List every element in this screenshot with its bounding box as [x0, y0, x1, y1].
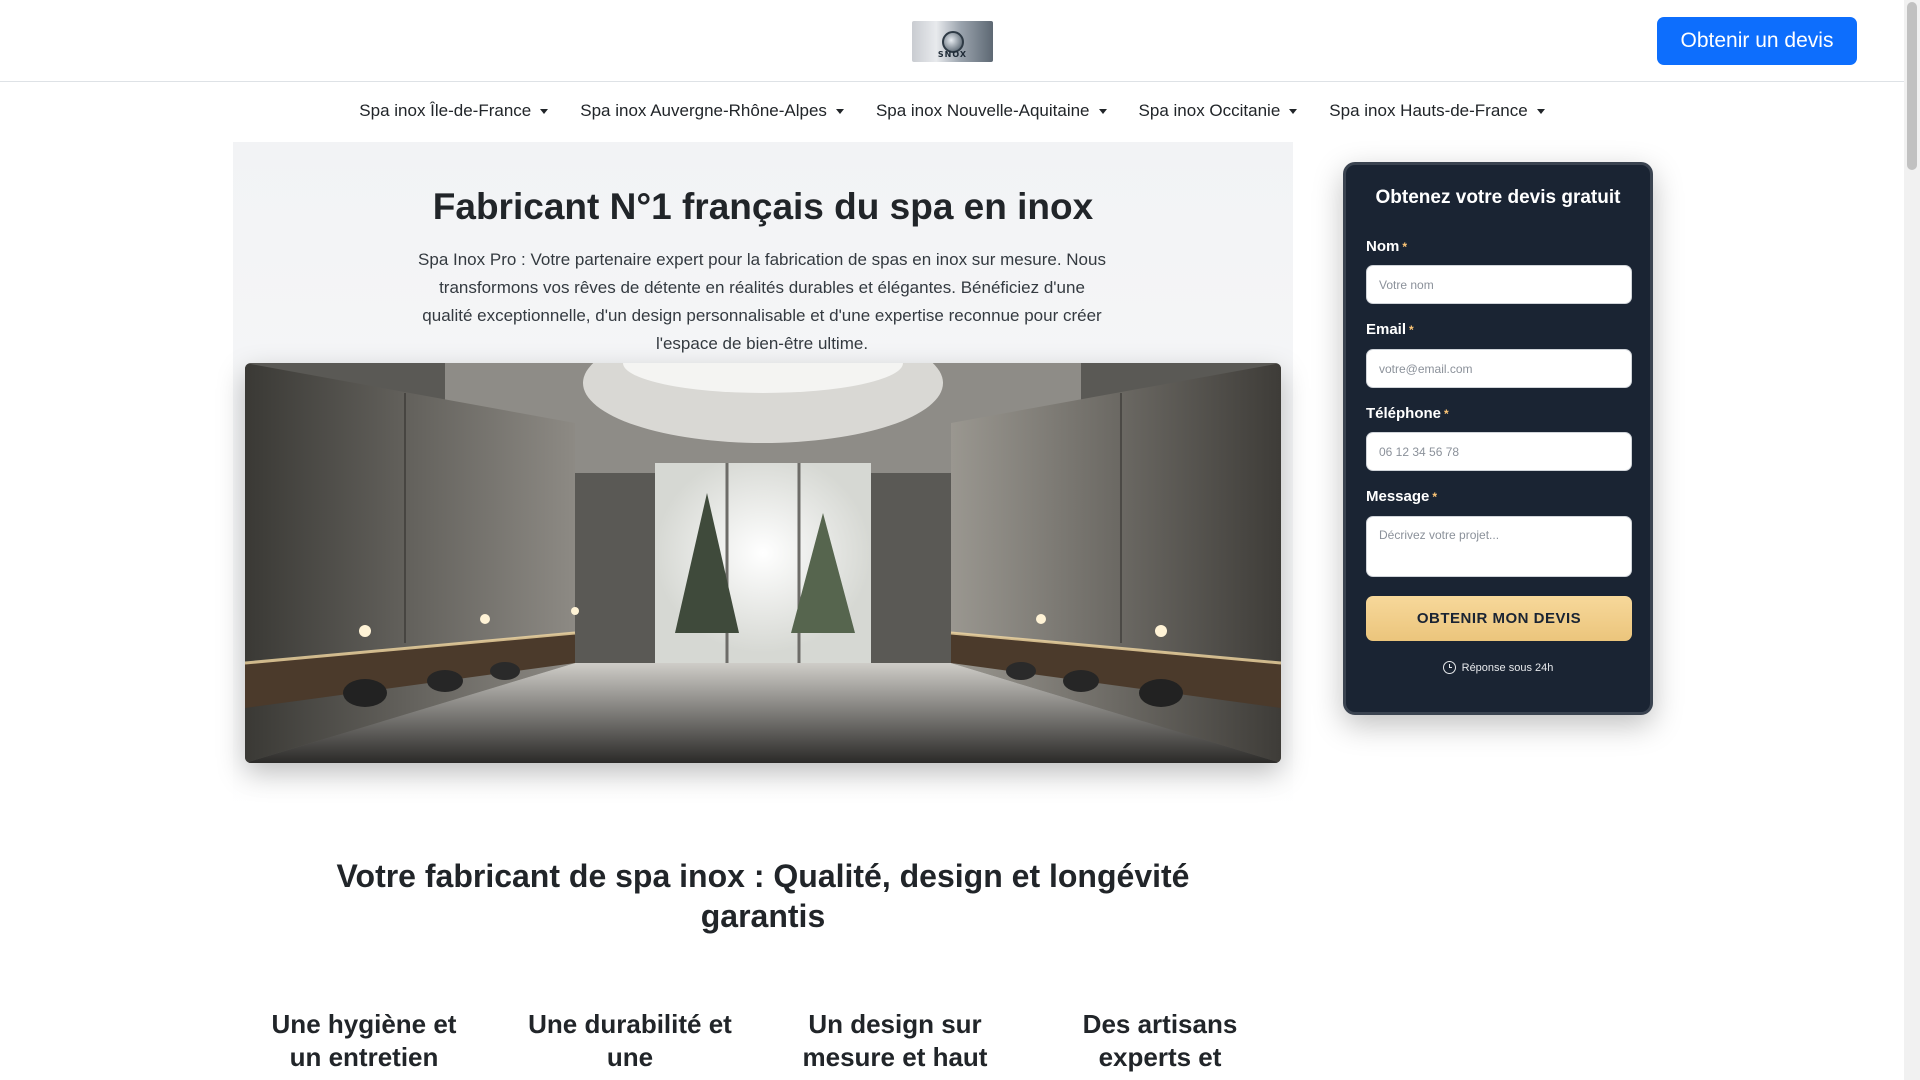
get-quote-button[interactable]: Obtenir un devis: [1657, 17, 1857, 65]
nav-dropdown-auvergne-rhone-alpes[interactable]: Spa inox Auvergne-Rhône-Alpes: [564, 92, 860, 130]
name-label-text: Nom: [1366, 238, 1400, 255]
submit-quote-button[interactable]: OBTENIR MON DEVIS: [1366, 596, 1632, 641]
hero-title: Fabricant N°1 français du spa en inox: [432, 186, 1094, 227]
phone-placeholder: 06 12 34 56 78: [1379, 444, 1460, 459]
logo-text: SNOX: [937, 50, 968, 59]
site-logo[interactable]: SNOX: [912, 21, 993, 62]
required-mark: *: [1432, 490, 1438, 504]
page: SNOX Obtenir un devis Spa inox Île-de-Fr…: [0, 0, 1920, 1080]
name-placeholder: Votre nom: [1379, 277, 1434, 292]
page-scrollbar[interactable]: [1904, 0, 1920, 1080]
nav-dropdown-occitanie[interactable]: Spa inox Occitanie: [1123, 92, 1314, 130]
phone-label: Téléphone *: [1366, 405, 1449, 422]
name-input[interactable]: Votre nom: [1366, 265, 1632, 304]
nav-item-label: Spa inox Île-de-France: [359, 101, 532, 120]
nav-dropdown-ile-de-france[interactable]: Spa inox Île-de-France: [343, 92, 564, 130]
nav-item-label: Spa inox Nouvelle-Aquitaine: [875, 101, 1090, 120]
response-time-note: Réponse sous 24h: [1346, 661, 1650, 674]
spa-interior-illustration: [245, 363, 1281, 763]
nav-dropdown-nouvelle-aquitaine[interactable]: Spa inox Nouvelle-Aquitaine: [860, 92, 1123, 130]
caret-down-icon: [1098, 108, 1107, 114]
email-label: Email *: [1366, 321, 1414, 338]
top-header: SNOX Obtenir un devis: [0, 0, 1904, 82]
phone-label-text: Téléphone: [1366, 405, 1442, 422]
quote-form-card: Obtenez votre devis gratuit Nom * Votre n…: [1343, 162, 1653, 715]
region-nav: Spa inox Île-de-France Spa inox Auvergne…: [0, 92, 1904, 130]
feature-title-design: Un design sur mesure et haut: [802, 1009, 988, 1072]
nav-item-label: Spa inox Occitanie: [1138, 101, 1281, 120]
hero-spa-interior-image: [245, 363, 1281, 763]
email-label-text: Email: [1366, 321, 1407, 338]
message-label-text: Message: [1366, 488, 1430, 505]
email-input[interactable]: votre@email.com: [1366, 349, 1632, 388]
form-title: Obtenez votre devis gratuit: [1375, 187, 1621, 208]
name-label: Nom *: [1366, 238, 1407, 255]
required-mark: *: [1402, 240, 1408, 254]
response-time-text: Réponse sous 24h: [1461, 661, 1554, 674]
message-textarea[interactable]: Décrivez votre projet...: [1366, 516, 1632, 577]
scrollbar-thumb[interactable]: [1907, 2, 1917, 170]
caret-down-icon: [835, 108, 844, 114]
nav-dropdown-hauts-de-france[interactable]: Spa inox Hauts-de-France: [1313, 92, 1560, 130]
nav-item-label: Spa inox Hauts-de-France: [1329, 101, 1528, 120]
caret-down-icon: [540, 108, 549, 114]
message-label: Message *: [1366, 488, 1437, 505]
required-mark: *: [1409, 323, 1414, 337]
required-mark: *: [1444, 407, 1449, 421]
hero-subtitle: Spa Inox Pro : Votre partenaire expert p…: [418, 250, 1106, 353]
email-placeholder: votre@email.com: [1379, 361, 1473, 376]
phone-input[interactable]: 06 12 34 56 78: [1366, 432, 1632, 471]
feature-title-artisans: Des artisans experts et: [1082, 1009, 1238, 1072]
section-title: Votre fabricant de spa inox : Qualité, d…: [336, 858, 1190, 934]
clock-icon: [1442, 661, 1456, 674]
caret-down-icon: [1289, 108, 1298, 114]
feature-title-hygiene: Une hygiène et un entretien: [271, 1009, 457, 1072]
caret-down-icon: [1536, 108, 1545, 114]
feature-title-durability: Une durabilité et une: [528, 1009, 732, 1072]
nav-item-label: Spa inox Auvergne-Rhône-Alpes: [580, 101, 827, 120]
message-placeholder: Décrivez votre projet...: [1379, 528, 1500, 542]
